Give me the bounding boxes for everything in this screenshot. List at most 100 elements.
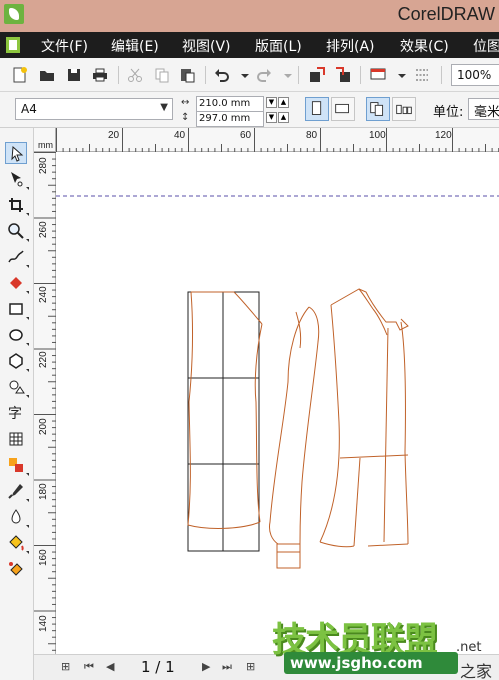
undo-icon[interactable] bbox=[213, 66, 231, 84]
open-icon[interactable] bbox=[38, 66, 56, 84]
page-height-field[interactable]: 297.0 mm bbox=[196, 111, 264, 127]
current-page-button[interactable] bbox=[392, 97, 416, 121]
horizontal-ruler-ticks bbox=[56, 128, 499, 152]
launcher-dropdown-icon[interactable] bbox=[393, 66, 406, 84]
menu-effects[interactable]: 效果(C) bbox=[400, 36, 449, 56]
ruler-v-label: 140 bbox=[38, 615, 49, 632]
landscape-icon bbox=[335, 103, 349, 114]
menu-edit[interactable]: 编辑(E) bbox=[111, 36, 159, 56]
standard-toolbar bbox=[0, 58, 499, 92]
polygon-tool-icon[interactable] bbox=[5, 350, 29, 372]
landscape-button[interactable] bbox=[331, 97, 355, 121]
ruler-h-label: 40 bbox=[174, 130, 186, 141]
horizontal-ruler[interactable]: 20 40 60 80 100 120 bbox=[56, 128, 499, 152]
menu-view[interactable]: 视图(V) bbox=[182, 36, 231, 56]
ruler-h-label: 100 bbox=[369, 130, 386, 141]
page-size-select[interactable]: A4 ▼ bbox=[15, 98, 173, 120]
eyedropper-tool-icon[interactable] bbox=[5, 480, 29, 502]
crop-tool-icon[interactable] bbox=[5, 194, 29, 216]
sleeve-pattern bbox=[269, 306, 320, 569]
application-launcher-icon[interactable] bbox=[369, 66, 387, 84]
ruler-unit-label: mm bbox=[38, 140, 53, 150]
ellipse-tool-icon[interactable] bbox=[5, 324, 29, 346]
menu-file[interactable]: 文件(F) bbox=[41, 36, 88, 56]
shape-tool-icon[interactable] bbox=[5, 168, 29, 190]
blend-tool-icon[interactable] bbox=[5, 454, 29, 476]
first-page-icon[interactable]: ⏮ bbox=[84, 660, 94, 674]
menu-layout[interactable]: 版面(L) bbox=[255, 36, 302, 56]
ruler-v-label: 160 bbox=[38, 549, 49, 566]
paste-icon[interactable] bbox=[178, 66, 196, 84]
add-page-icon[interactable]: ⊞ bbox=[61, 660, 70, 673]
portrait-button[interactable] bbox=[305, 97, 329, 121]
all-pages-button[interactable] bbox=[366, 97, 390, 121]
rectangle-tool-icon[interactable] bbox=[5, 298, 29, 320]
pick-tool-icon[interactable] bbox=[5, 142, 27, 164]
smart-fill-tool-icon[interactable] bbox=[5, 272, 29, 294]
basic-shapes-tool-icon[interactable] bbox=[5, 376, 29, 398]
toolbar-separator bbox=[298, 66, 299, 84]
ruler-h-label: 120 bbox=[435, 130, 452, 141]
page-indicator: 1 / 1 bbox=[141, 658, 175, 676]
vertical-ruler[interactable]: 280 260 240 220 200 180 160 140 bbox=[34, 152, 56, 654]
shirt-yoke-line bbox=[339, 454, 409, 459]
table-tool-icon[interactable] bbox=[5, 428, 27, 450]
freehand-tool-icon[interactable] bbox=[5, 246, 29, 268]
last-page-icon[interactable]: ⏭ bbox=[222, 660, 232, 674]
bodice-grid bbox=[187, 291, 260, 552]
garment-pattern-drawing bbox=[56, 195, 499, 569]
text-tool-glyph: 字 bbox=[8, 406, 22, 422]
options-icon[interactable] bbox=[413, 66, 431, 84]
previous-page-icon[interactable]: ◀ bbox=[106, 660, 114, 673]
ruler-v-label: 240 bbox=[38, 286, 49, 303]
shirt-collar-back bbox=[330, 288, 374, 310]
shirt-front-edge bbox=[400, 321, 409, 545]
site-watermark: 技术员联盟 .net www.jsgho.com 之家 bbox=[270, 612, 499, 680]
ruler-v-label: 180 bbox=[38, 483, 49, 500]
toolbar-separator bbox=[360, 66, 361, 84]
bodice-shoulder bbox=[233, 291, 263, 325]
unit-label: 单位: bbox=[433, 105, 464, 120]
watermark-char: 之家 bbox=[460, 662, 493, 680]
window-title: CorelDRAW bbox=[397, 4, 495, 24]
width-spin-up-icon[interactable]: ▲ bbox=[278, 97, 289, 108]
redo-dropdown-icon[interactable] bbox=[279, 66, 292, 84]
print-icon[interactable] bbox=[91, 66, 109, 84]
height-icon: ↕ bbox=[181, 112, 190, 123]
save-icon[interactable] bbox=[65, 66, 83, 84]
shirt-hem-left bbox=[319, 541, 355, 548]
shirt-pattern bbox=[319, 288, 409, 548]
toolbar-separator bbox=[118, 66, 119, 84]
import-icon[interactable] bbox=[308, 66, 326, 84]
page-width-field[interactable]: 210.0 mm bbox=[196, 96, 264, 112]
outline-tool-icon[interactable] bbox=[5, 506, 29, 528]
interactive-fill-tool-icon[interactable] bbox=[5, 558, 27, 580]
shirt-back-side bbox=[319, 304, 340, 543]
redo-icon[interactable] bbox=[255, 66, 273, 84]
unit-select[interactable]: 毫米 bbox=[468, 98, 499, 120]
text-tool-icon[interactable]: 字 bbox=[5, 402, 27, 424]
ruler-v-label: 200 bbox=[38, 418, 49, 435]
menu-arrange[interactable]: 排列(A) bbox=[326, 36, 375, 56]
export-icon[interactable] bbox=[334, 66, 352, 84]
coreldraw-app-icon[interactable] bbox=[4, 4, 24, 24]
zoom-tool-icon[interactable] bbox=[5, 220, 29, 242]
document-icon[interactable] bbox=[6, 37, 20, 53]
portrait-icon bbox=[311, 101, 322, 115]
menu-bitmaps[interactable]: 位图 bbox=[473, 36, 499, 56]
current-page-icon bbox=[396, 104, 412, 115]
shirt-hem-split bbox=[353, 457, 361, 547]
next-page-icon[interactable]: ▶ bbox=[202, 660, 210, 673]
shirt-collar-edge bbox=[372, 308, 388, 336]
height-spin-down-icon[interactable]: ▼ bbox=[266, 112, 277, 123]
new-icon[interactable] bbox=[11, 66, 29, 84]
width-spin-down-icon[interactable]: ▼ bbox=[266, 97, 277, 108]
undo-dropdown-icon[interactable] bbox=[236, 66, 249, 84]
copy-icon[interactable] bbox=[153, 66, 171, 84]
add-page-after-icon[interactable]: ⊞ bbox=[246, 660, 255, 673]
height-spin-up-icon[interactable]: ▲ bbox=[278, 112, 289, 123]
fill-tool-icon[interactable] bbox=[5, 532, 29, 554]
drawing-canvas[interactable] bbox=[56, 152, 499, 654]
zoom-level-field[interactable]: 100% bbox=[451, 64, 499, 86]
cut-icon[interactable] bbox=[126, 66, 144, 84]
